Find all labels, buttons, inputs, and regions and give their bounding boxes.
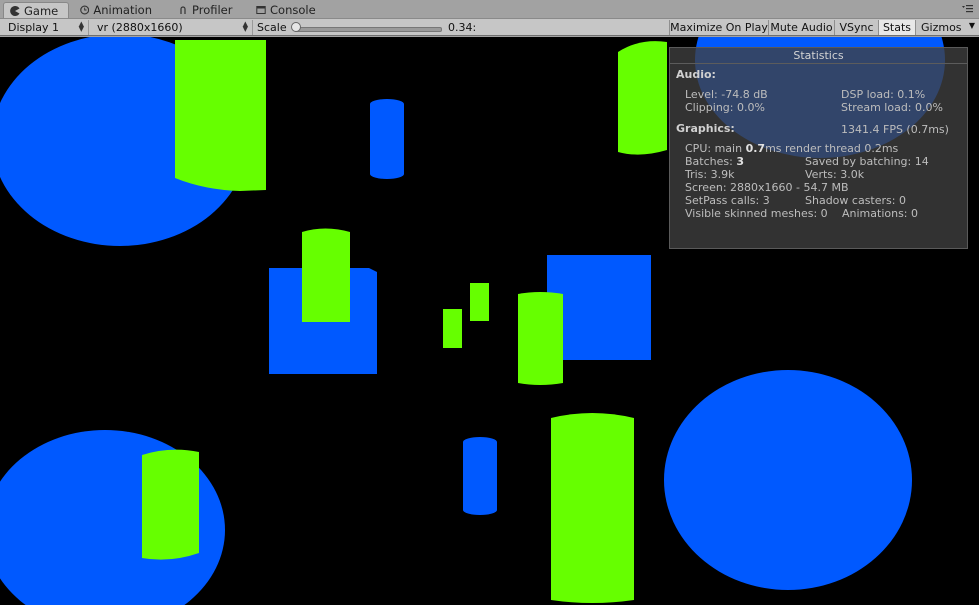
tab-strip: Game Animation Profiler Console — [0, 0, 979, 18]
gizmos-button[interactable]: Gizmos ▼ — [915, 20, 979, 35]
mute-label: Mute Audio — [770, 21, 833, 34]
tab-profiler[interactable]: Profiler — [172, 2, 252, 18]
skinned-meshes-stat: Visible skinned meshes: 0 — [685, 207, 828, 220]
saved-by-batching: Saved by batching: 14 — [805, 155, 929, 168]
display-value: Display 1 — [8, 21, 60, 34]
green-cylinder-bottom — [551, 413, 634, 603]
vsync-button[interactable]: VSync — [834, 20, 878, 35]
mute-audio-button[interactable]: Mute Audio — [768, 20, 834, 35]
green-cylinder-top-right — [618, 41, 667, 155]
scale-slider-track[interactable] — [294, 27, 442, 32]
statistics-panel: Statistics Audio: Level: -74.8 dB DSP lo… — [669, 47, 968, 249]
tab-game[interactable]: Game — [3, 2, 69, 18]
audio-clipping: Clipping: 0.0% — [685, 101, 765, 114]
green-cylinder-mid-right — [518, 292, 563, 385]
animations-stat: Animations: 0 — [842, 207, 919, 220]
cpu-suffix: ms render thread 0.2ms — [765, 142, 899, 155]
stream-load: Stream load: 0.0% — [841, 101, 943, 114]
green-cylinder-bottom-left — [142, 449, 199, 560]
shadow-casters-stat: Shadow casters: 0 — [805, 194, 906, 207]
batches-value: 3 — [736, 155, 744, 168]
stats-divider — [670, 63, 967, 64]
cpu-prefix: CPU: main — [685, 142, 746, 155]
audio-heading: Audio: — [676, 68, 716, 81]
tab-console-label: Console — [270, 3, 316, 17]
display-dropdown[interactable]: Display 1 ▲ ▼ — [0, 20, 89, 35]
green-cylinder-small-2 — [443, 309, 462, 348]
cpu-main-value: 0.7 — [745, 142, 766, 155]
stats-label: Stats — [882, 21, 912, 34]
pacman-icon — [10, 5, 20, 16]
dsp-load: DSP load: 0.1% — [841, 88, 926, 101]
fps-readout: 1341.4 FPS (0.7ms) — [841, 123, 949, 136]
cpu-stats: CPU: main 0.7ms render thread 0.2ms — [685, 142, 898, 155]
profiler-icon — [180, 6, 186, 14]
tab-animation[interactable]: Animation — [74, 2, 160, 18]
scale-label: Scale — [257, 21, 287, 34]
tab-animation-label: Animation — [93, 3, 152, 17]
blue-sphere-right — [664, 370, 912, 590]
tab-console[interactable]: Console — [250, 2, 330, 18]
maximize-label: Maximize On Play — [670, 21, 768, 34]
scale-value: 0.34: — [448, 21, 477, 34]
console-icon — [256, 6, 266, 14]
tris-stat: Tris: 3.9k — [685, 168, 735, 181]
dropdown-arrows-icon: ▲ ▼ — [78, 20, 84, 33]
vsync-label: VSync — [839, 21, 874, 34]
game-toolbar: Display 1 ▲ ▼ vr (2880x1660) ▲ ▼ Scale 0.3… — [0, 18, 979, 36]
blue-cylinder-bottom — [463, 437, 497, 515]
tab-menu-icon[interactable] — [961, 4, 973, 14]
green-cylinder-small-1 — [470, 283, 489, 321]
gizmos-label: Gizmos — [921, 21, 962, 34]
verts-stat: Verts: 3.0k — [805, 168, 865, 181]
batches-prefix: Batches: — [685, 155, 737, 168]
tab-profiler-label: Profiler — [192, 3, 233, 17]
tab-game-label: Game — [24, 3, 59, 18]
screen-stat: Screen: 2880x1660 - 54.7 MB — [685, 181, 849, 194]
batches-stat: Batches: 3 — [685, 155, 744, 168]
green-cylinder-mid-left — [302, 228, 350, 322]
chevron-down-icon: ▼ — [968, 21, 975, 30]
game-view[interactable]: Statistics Audio: Level: -74.8 dB DSP lo… — [0, 37, 979, 605]
resolution-value: vr (2880x1660) — [97, 21, 183, 34]
stats-title: Statistics — [793, 49, 844, 62]
maximize-on-play-button[interactable]: Maximize On Play — [669, 20, 768, 35]
stats-button[interactable]: Stats — [878, 20, 915, 35]
blue-cylinder-top — [370, 99, 404, 179]
clock-icon — [80, 5, 90, 15]
setpass-stat: SetPass calls: 3 — [685, 194, 770, 207]
green-cylinder-top-left — [175, 40, 266, 191]
resolution-dropdown[interactable]: vr (2880x1660) ▲ ▼ — [89, 20, 253, 35]
audio-level: Level: -74.8 dB — [685, 88, 768, 101]
dropdown-arrows-icon: ▲ ▼ — [242, 20, 248, 33]
graphics-heading: Graphics: — [676, 122, 735, 135]
